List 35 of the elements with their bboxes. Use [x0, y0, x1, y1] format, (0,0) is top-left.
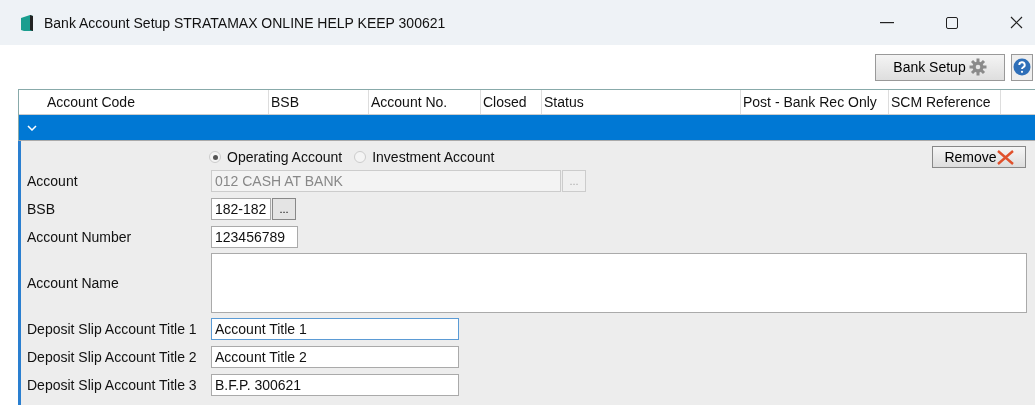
column-header[interactable]: Status	[542, 90, 741, 114]
account-type-radio[interactable]: Investment Account	[354, 149, 495, 165]
column-header[interactable]: Account No.	[369, 90, 481, 114]
field-label: Account Number	[27, 229, 133, 245]
close-icon	[996, 149, 1014, 165]
input-field[interactable]: Account Title 2	[211, 346, 459, 368]
column-header[interactable]: BSB	[269, 90, 369, 114]
input-field[interactable]: Account Title 1	[211, 318, 459, 340]
account-name-field[interactable]	[211, 253, 1027, 313]
column-header[interactable]: Closed	[481, 90, 542, 114]
app-icon	[20, 13, 34, 32]
field-label: Deposit Slip Account Title 3	[27, 377, 198, 393]
close-icon[interactable]	[1010, 16, 1023, 29]
column-header[interactable]: Account Code	[47, 90, 269, 114]
bank-setup-button[interactable]: Bank Setup	[875, 53, 1005, 81]
help-button[interactable]	[1011, 53, 1033, 81]
remove-button[interactable]: Remove	[932, 146, 1026, 168]
gear-icon	[968, 58, 987, 76]
minimize-icon[interactable]	[880, 21, 894, 24]
input-field[interactable]: 123456789	[211, 226, 298, 248]
input-field[interactable]: B.F.P. 300621	[211, 374, 459, 396]
browse-button[interactable]: ...	[272, 198, 296, 220]
maximize-icon[interactable]	[946, 16, 958, 29]
field-label: Deposit Slip Account Title 1	[27, 321, 198, 337]
column-header[interactable]: SCM Reference	[889, 90, 1001, 114]
help-icon	[1013, 58, 1031, 76]
window-title: Bank Account Setup STRATAMAX ONLINE HELP KEEP 300621	[44, 14, 446, 31]
field-label: BSB	[27, 201, 56, 217]
chevron-icon[interactable]	[27, 124, 37, 131]
field-label: Deposit Slip Account Title 2	[27, 349, 198, 365]
field-label: Account Name	[27, 275, 120, 291]
input-field[interactable]: 182-182	[211, 198, 271, 220]
account-type-radio[interactable]: Operating Account	[209, 149, 343, 165]
column-header[interactable]: Post - Bank Rec Only	[741, 90, 889, 114]
field-label: Account	[27, 173, 79, 189]
